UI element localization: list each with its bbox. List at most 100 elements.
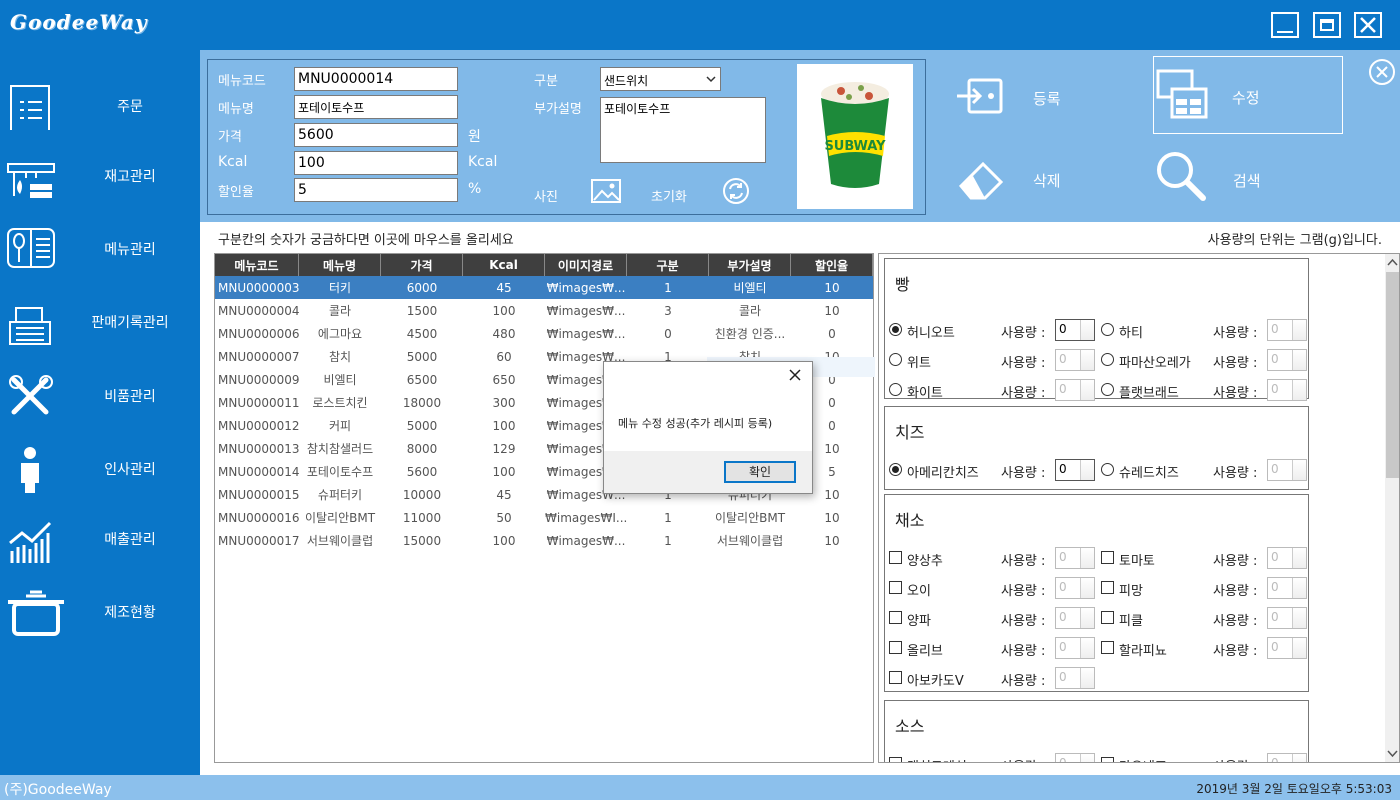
ok-button[interactable]: 확인 <box>724 461 796 483</box>
radio-button[interactable] <box>1101 383 1114 396</box>
ingredient-option[interactable]: 피망 사용량 : 0 <box>1097 577 1307 599</box>
column-header[interactable]: 메뉴명 <box>299 254 381 276</box>
ingredient-option[interactable]: 슈레드치즈 사용량 : 0 <box>1097 459 1307 481</box>
scroll-up-icon[interactable] <box>1387 258 1398 266</box>
checkbox[interactable] <box>1101 581 1114 594</box>
price-field[interactable] <box>294 123 458 147</box>
radio-button[interactable] <box>889 383 902 396</box>
ingredient-option[interactable]: 오이 사용량 : 0 <box>885 577 1095 599</box>
column-header[interactable]: 가격 <box>381 254 463 276</box>
checkbox[interactable] <box>889 757 902 762</box>
usage-stepper[interactable]: 0 <box>1055 667 1095 689</box>
column-header[interactable]: 부가설명 <box>709 254 791 276</box>
usage-stepper[interactable]: 0 <box>1267 319 1307 341</box>
ingredient-option[interactable]: 마요네즈 사용량 : 0 <box>1097 753 1307 762</box>
scroll-thumb[interactable] <box>1386 272 1399 478</box>
ingredient-option[interactable]: 파마산오레가 사용량 : 0 <box>1097 349 1307 371</box>
name-field[interactable] <box>294 95 458 119</box>
checkbox[interactable] <box>889 611 902 624</box>
maximize-icon[interactable] <box>1313 12 1341 38</box>
ingredient-option[interactable]: 위트 사용량 : 0 <box>885 349 1095 371</box>
sidebar-item-inventory[interactable]: 재고관리 <box>0 142 200 206</box>
ingredient-option[interactable]: 화이트 사용량 : 0 <box>885 379 1095 401</box>
ingredient-option[interactable]: 올리브 사용량 : 0 <box>885 637 1095 659</box>
checkbox[interactable] <box>889 581 902 594</box>
close-icon[interactable] <box>1354 12 1382 38</box>
sidebar-item-order[interactable]: 주문 <box>0 72 200 136</box>
table-row[interactable]: MNU0000006 에그마요 4500 480 ₩images₩... 0 친환경 인증.… <box>215 322 873 345</box>
ingredient-option[interactable]: 랜치드레싱 사용량 : 0 <box>885 753 1095 762</box>
ingredient-option[interactable]: 토마토 사용량 : 0 <box>1097 547 1307 569</box>
ingredient-option[interactable]: 할라피뇨 사용량 : 0 <box>1097 637 1307 659</box>
discount-field[interactable] <box>294 178 458 202</box>
usage-stepper[interactable]: 0 <box>1055 547 1095 569</box>
desc-field[interactable]: 포테이토수프 <box>600 97 766 163</box>
sidebar-item-menu[interactable]: 메뉴관리 <box>0 215 200 279</box>
ingredient-option[interactable]: 플랫브래드 사용량 : 0 <box>1097 379 1307 401</box>
sidebar-item-supplies[interactable]: 비품관리 <box>0 362 200 426</box>
radio-button[interactable] <box>1101 353 1114 366</box>
usage-stepper[interactable]: 0 <box>1267 577 1307 599</box>
sidebar-item-personnel[interactable]: 인사관리 <box>0 435 200 499</box>
usage-stepper[interactable]: 0 <box>1267 459 1307 481</box>
checkbox[interactable] <box>1101 611 1114 624</box>
ingredient-option[interactable]: 양파 사용량 : 0 <box>885 607 1095 629</box>
ingredient-option[interactable]: 양상추 사용량 : 0 <box>885 547 1095 569</box>
sidebar-item-revenue[interactable]: 매출관리 <box>0 505 200 569</box>
category-select[interactable]: 샌드위치 <box>600 67 721 91</box>
column-header[interactable]: 구분 <box>627 254 709 276</box>
checkbox[interactable] <box>889 641 902 654</box>
column-header[interactable]: Kcal <box>463 254 545 276</box>
column-header[interactable]: 이미지경로 <box>545 254 627 276</box>
kcal-field[interactable] <box>294 151 458 175</box>
delete-button[interactable]: 삭제 <box>955 140 1145 218</box>
usage-stepper[interactable]: 0 <box>1267 349 1307 371</box>
checkbox[interactable] <box>1101 641 1114 654</box>
panel-close-icon[interactable] <box>1368 58 1396 86</box>
scroll-down-icon[interactable] <box>1387 750 1398 758</box>
checkbox[interactable] <box>889 551 902 564</box>
edit-button[interactable]: 수정 <box>1153 56 1343 134</box>
sidebar-item-production[interactable]: 제조현황 <box>0 578 200 642</box>
register-button[interactable]: 등록 <box>955 58 1145 136</box>
usage-stepper[interactable]: 0 <box>1055 349 1095 371</box>
usage-stepper[interactable]: 0 <box>1267 637 1307 659</box>
usage-stepper[interactable]: 0 <box>1055 319 1095 341</box>
column-header[interactable]: 메뉴코드 <box>215 254 299 276</box>
checkbox[interactable] <box>1101 551 1114 564</box>
dialog-close-icon[interactable] <box>788 368 802 382</box>
checkbox[interactable] <box>1101 757 1114 762</box>
sidebar-item-sales-log[interactable]: 판매기록관리 <box>0 288 200 352</box>
radio-button[interactable] <box>1101 463 1114 476</box>
ingredient-option[interactable]: 하티 사용량 : 0 <box>1097 319 1307 341</box>
table-row[interactable]: MNU0000016 이탈리안BMT 11000 50 ₩images₩I... 1 이탈리… <box>215 506 873 529</box>
checkbox[interactable] <box>889 671 902 684</box>
radio-button[interactable] <box>889 353 902 366</box>
usage-stepper[interactable]: 0 <box>1055 577 1095 599</box>
ingredient-option[interactable]: 아보카도V 사용량 : 0 <box>885 667 1095 689</box>
image-icon[interactable] <box>590 178 622 204</box>
column-header[interactable]: 할인율 <box>791 254 873 276</box>
usage-stepper[interactable]: 0 <box>1267 379 1307 401</box>
usage-stepper[interactable]: 0 <box>1055 637 1095 659</box>
radio-button[interactable] <box>889 323 902 336</box>
table-row[interactable]: MNU0000017 서브웨이클럽 15000 100 ₩images₩... 1 서브웨이… <box>215 529 873 552</box>
table-row[interactable]: MNU0000003 터키 6000 45 ₩images₩... 1 비엘티 10 <box>215 276 873 299</box>
search-button[interactable]: 검색 <box>1153 140 1343 218</box>
table-row[interactable]: MNU0000004 콜라 1500 100 ₩images₩... 3 콜라 10 <box>215 299 873 322</box>
ingredient-option[interactable]: 피클 사용량 : 0 <box>1097 607 1307 629</box>
usage-stepper[interactable]: 0 <box>1267 607 1307 629</box>
usage-stepper[interactable]: 0 <box>1055 753 1095 762</box>
usage-stepper[interactable]: 0 <box>1267 753 1307 762</box>
code-field[interactable] <box>294 67 458 91</box>
usage-stepper[interactable]: 0 <box>1055 607 1095 629</box>
usage-stepper[interactable]: 0 <box>1055 379 1095 401</box>
ingredient-option[interactable]: 허니오트 사용량 : 0 <box>885 319 1095 341</box>
usage-stepper[interactable]: 0 <box>1267 547 1307 569</box>
usage-stepper[interactable]: 0 <box>1055 459 1095 481</box>
refresh-icon[interactable] <box>722 177 750 205</box>
radio-button[interactable] <box>889 463 902 476</box>
vertical-scrollbar[interactable] <box>1385 254 1399 762</box>
ingredient-option[interactable]: 아메리칸치즈 사용량 : 0 <box>885 459 1095 481</box>
minimize-icon[interactable] <box>1271 12 1299 38</box>
